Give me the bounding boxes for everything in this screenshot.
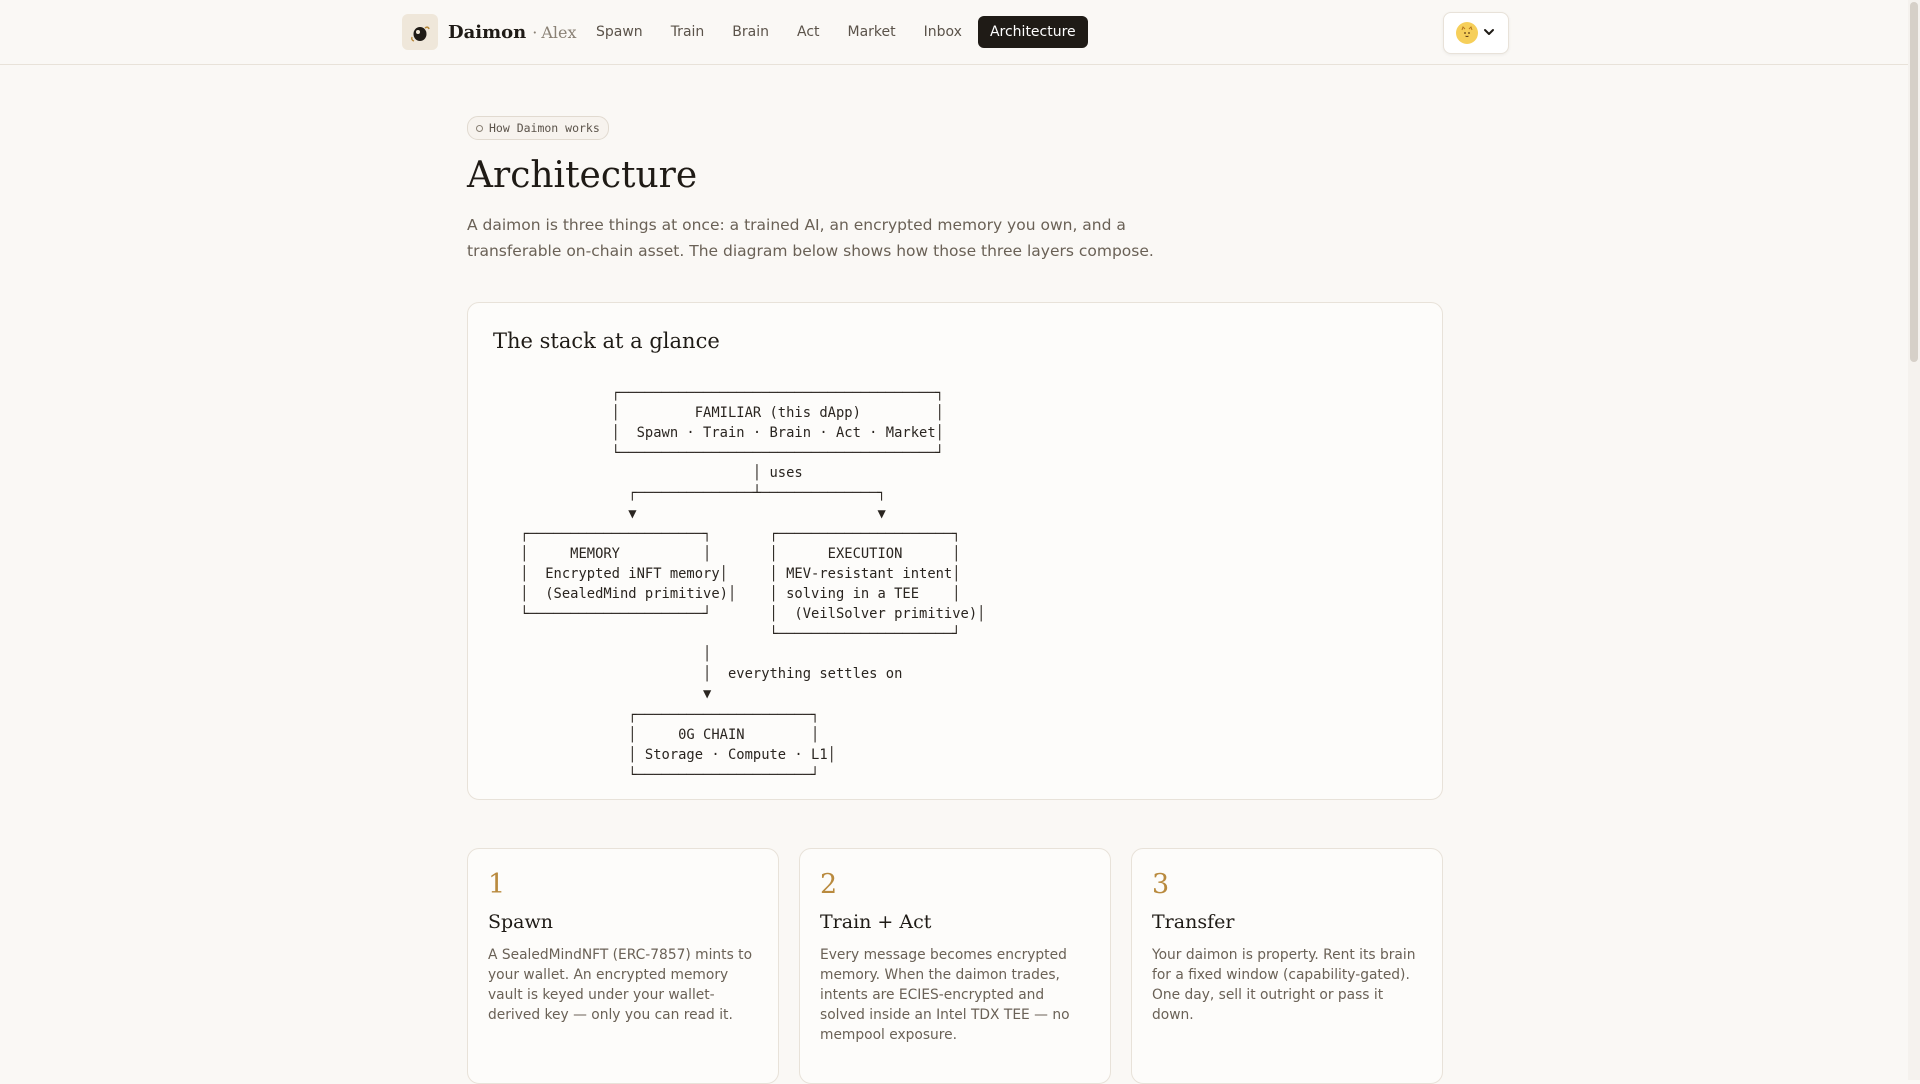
nav-item-act[interactable]: Act bbox=[785, 16, 832, 48]
step-number: 3 bbox=[1152, 869, 1170, 900]
brand[interactable]: Daimon · Alex bbox=[402, 13, 577, 51]
circle-icon bbox=[476, 124, 483, 132]
page-scrollbar[interactable] bbox=[1908, 0, 1920, 1080]
step-number: 2 bbox=[820, 869, 838, 900]
eyebrow-label: How Daimon works bbox=[489, 121, 600, 135]
step-number: 1 bbox=[488, 869, 506, 900]
page-intro: A daimon is three things at once: a trai… bbox=[467, 216, 1154, 260]
step-description: Every message becomes encrypted memory. … bbox=[820, 947, 1070, 1043]
section-eyebrow-badge: How Daimon works bbox=[467, 116, 609, 140]
steps-row: 1 Spawn A SealedMindNFT (ERC-7857) mints… bbox=[467, 848, 1443, 1084]
account-menu-button[interactable] bbox=[1443, 12, 1509, 54]
nav-item-train[interactable]: Train bbox=[659, 16, 717, 48]
nav-item-market[interactable]: Market bbox=[836, 16, 908, 48]
main-nav: Spawn Train Brain Act Market Inbox Archi… bbox=[584, 16, 1088, 48]
main-content: How Daimon works Architecture A daimon i… bbox=[467, 116, 1443, 1084]
brand-name: Daimon bbox=[448, 21, 527, 43]
stack-card-title: The stack at a glance bbox=[493, 329, 720, 353]
chevron-down-icon bbox=[1482, 24, 1496, 43]
daimon-eye-icon bbox=[402, 14, 438, 50]
step-title: Spawn bbox=[488, 911, 554, 933]
step-description: A SealedMindNFT (ERC-7857) mints to your… bbox=[488, 947, 753, 1023]
scrollbar-thumb[interactable] bbox=[1910, 2, 1918, 362]
nav-item-inbox[interactable]: Inbox bbox=[912, 16, 974, 48]
step-card-transfer: 3 Transfer Your daimon is property. Rent… bbox=[1131, 848, 1443, 1084]
architecture-ascii-diagram: ┌──────────────────────────────────────┐… bbox=[520, 385, 986, 783]
step-card-spawn: 1 Spawn A SealedMindNFT (ERC-7857) mints… bbox=[467, 848, 779, 1084]
step-description: Your daimon is property. Rent its brain … bbox=[1152, 947, 1416, 1023]
stack-diagram-card: The stack at a glance ┌─────────────────… bbox=[467, 302, 1443, 800]
nav-item-architecture[interactable]: Architecture bbox=[977, 16, 1088, 48]
top-navigation-bar: Daimon · Alex Spawn Train Brain Act Mark… bbox=[0, 0, 1908, 65]
brand-separator: · bbox=[532, 22, 538, 42]
step-title: Train + Act bbox=[820, 911, 932, 933]
step-title: Transfer bbox=[1152, 911, 1235, 933]
brand-user-name: Alex bbox=[541, 22, 577, 42]
cat-face-icon bbox=[1456, 22, 1478, 44]
nav-item-spawn[interactable]: Spawn bbox=[584, 16, 655, 48]
page-title: Architecture bbox=[467, 155, 698, 196]
step-card-train-act: 2 Train + Act Every message becomes encr… bbox=[799, 848, 1111, 1084]
nav-item-brain[interactable]: Brain bbox=[720, 16, 781, 48]
